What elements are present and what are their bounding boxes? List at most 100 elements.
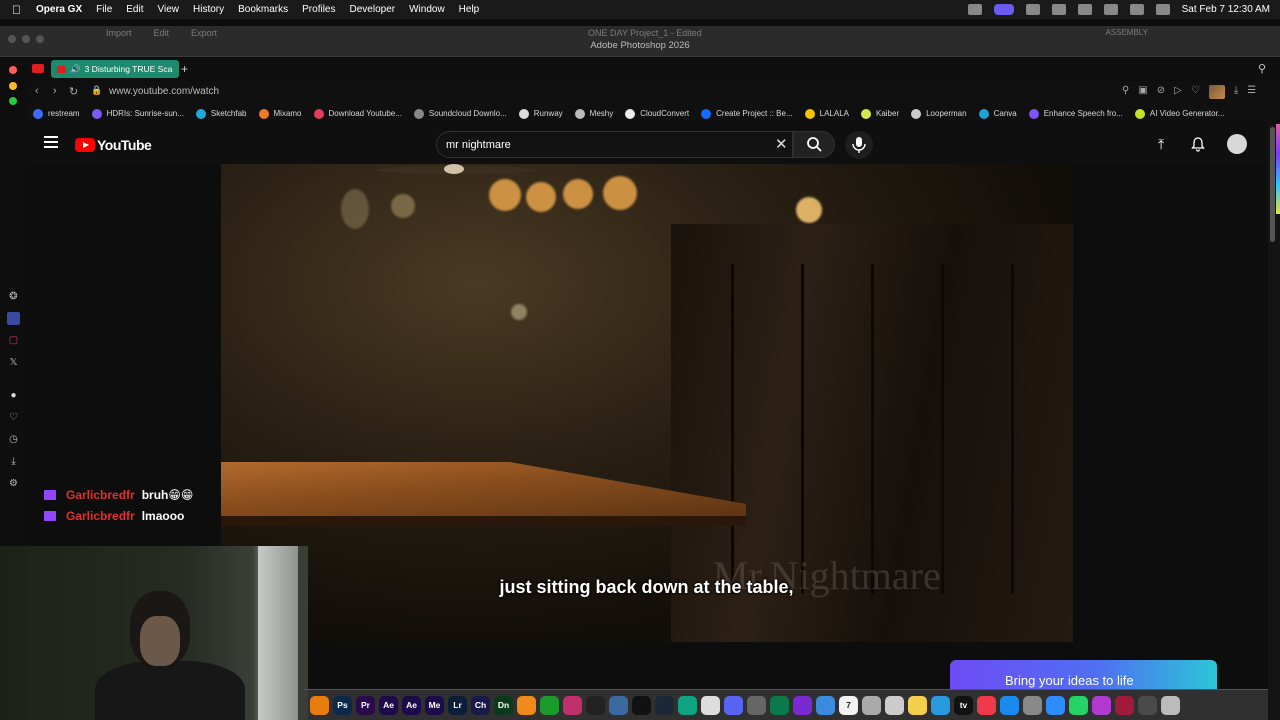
dock-photoshop-icon[interactable]: Ps [333, 695, 352, 715]
dock-media-encoder-icon[interactable]: Me [425, 695, 444, 715]
tab-search-icon[interactable]: ⚲ [1258, 62, 1266, 75]
clear-search-icon[interactable]: ✕ [775, 135, 788, 153]
dock-thumbnail-app-icon[interactable] [1138, 695, 1157, 715]
active-tab[interactable]: 🔊 3 Disturbing TRUE Sca [51, 60, 179, 78]
bookmark-item[interactable]: Meshy [574, 108, 613, 119]
ps-import-tab[interactable]: Import [106, 28, 132, 38]
menu-bookmarks[interactable]: Bookmarks [238, 4, 288, 15]
vpn-tray-icon[interactable] [1025, 4, 1040, 15]
dock-fl-studio-icon[interactable] [517, 695, 536, 715]
dock-davinci-icon[interactable] [609, 695, 628, 715]
dock-zoom-icon[interactable] [1046, 695, 1065, 715]
player-icon[interactable]: ▷ [1174, 85, 1182, 99]
dock-apple-tv-icon[interactable]: tv [954, 695, 973, 715]
instagram-sidebar-icon[interactable]: ▢ [7, 334, 20, 347]
profile-avatar[interactable] [1208, 85, 1225, 99]
forward-arrow-icon[interactable]: › [53, 85, 57, 97]
bookmark-item[interactable]: Enhance Speech fro... [1028, 108, 1123, 119]
menu-help[interactable]: Help [459, 4, 480, 15]
search-input[interactable] [446, 138, 766, 152]
dock-whatsapp-icon[interactable] [1069, 695, 1088, 715]
dock-capcut-icon[interactable] [632, 695, 651, 715]
dock-lightroom-icon[interactable]: Lr [448, 695, 467, 715]
bookmark-item[interactable]: LALALA [804, 108, 849, 119]
chatgpt-sidebar-icon[interactable]: ❂ [7, 290, 20, 303]
bookmark-item[interactable]: Kaiber [860, 108, 899, 119]
dock-purple-app-icon[interactable] [793, 695, 812, 715]
notifications-bell-icon[interactable] [1190, 136, 1206, 155]
new-tab-plus-icon[interactable]: + [181, 62, 188, 76]
menu-view[interactable]: View [158, 4, 180, 15]
menu-history[interactable]: History [193, 4, 224, 15]
dock-opera-gx-icon[interactable] [563, 695, 582, 715]
dock-notes-icon[interactable] [908, 695, 927, 715]
dock-terminal-green-icon[interactable] [770, 695, 789, 715]
youtube-logo[interactable]: YouTube [75, 137, 152, 153]
dock-preview-icon[interactable] [862, 695, 881, 715]
dock-messenger-icon[interactable] [1092, 695, 1111, 715]
easy-setup-icon[interactable]: ☰ [1247, 85, 1256, 99]
account-avatar[interactable] [1227, 134, 1247, 154]
heart-sidebar-icon[interactable]: ♡ [7, 411, 20, 424]
control-center-icon[interactable] [1155, 4, 1170, 15]
dock-app-store-icon[interactable] [1000, 695, 1019, 715]
bookmark-item[interactable]: Create Project :: Be... [701, 108, 793, 119]
window-close-button[interactable] [9, 66, 17, 74]
back-arrow-icon[interactable]: ‹ [35, 85, 39, 97]
creative-cloud-tray-icon[interactable] [967, 4, 982, 15]
spotlight-search-icon[interactable] [1129, 4, 1144, 15]
url-field[interactable]: www.youtube.com/watch [109, 86, 219, 97]
dock-settings-icon[interactable] [1023, 695, 1042, 715]
apple-menu-icon[interactable]:  [12, 3, 26, 17]
spotify-sidebar-icon[interactable]: ● [7, 389, 20, 402]
dock-davinci-red-icon[interactable] [1115, 695, 1134, 715]
dock-chatgpt-icon[interactable] [678, 695, 697, 715]
bookmark-item[interactable]: Runway [518, 108, 563, 119]
dock-finder-icon[interactable] [816, 695, 835, 715]
speaker-icon[interactable]: 🔊 [70, 64, 81, 75]
dock-premiere-icon[interactable]: Pr [356, 695, 375, 715]
create-upload-icon[interactable]: ⤒ [1158, 136, 1164, 153]
menu-file[interactable]: File [96, 4, 112, 15]
dock-chrome-icon[interactable] [701, 695, 720, 715]
ps-edit-tab[interactable]: Edit [154, 28, 170, 38]
bookmark-item[interactable]: Mixamo [258, 108, 302, 119]
ps-workspace-label[interactable]: ASSEMBLY [1105, 28, 1148, 37]
dock-safari-icon[interactable] [931, 695, 950, 715]
bookmark-item[interactable]: CloudConvert [625, 108, 689, 119]
bookmark-item[interactable]: Download Youtube... [313, 108, 402, 119]
dock-launchpad-icon[interactable] [885, 695, 904, 715]
wifi-icon[interactable] [1077, 4, 1092, 15]
bookmark-item[interactable]: Canva [978, 108, 1017, 119]
x-twitter-sidebar-icon[interactable]: 𝕏 [7, 356, 20, 369]
dock-green-app-icon[interactable] [540, 695, 559, 715]
dock-trash-icon[interactable] [1161, 695, 1180, 715]
page-scrollbar-thumb[interactable] [1270, 127, 1275, 242]
window-minimize-button[interactable] [9, 82, 17, 90]
voice-search-button[interactable] [845, 131, 873, 159]
history-sidebar-icon[interactable]: ◷ [7, 433, 20, 446]
bookmark-item[interactable]: Looperman [911, 108, 967, 119]
dock-utility-icon[interactable] [747, 695, 766, 715]
screen-share-tray-icon[interactable] [993, 4, 1014, 15]
bookmark-item[interactable]: Soundcloud Downlo... [413, 108, 507, 119]
menu-developer[interactable]: Developer [350, 4, 396, 15]
block-icon[interactable]: ⊘ [1157, 85, 1165, 99]
downloads-icon[interactable]: ⤓ [1234, 85, 1238, 99]
settings-sidebar-icon[interactable]: ⚙ [7, 477, 20, 490]
dock-character-animator-icon[interactable]: Ch [471, 695, 490, 715]
extension-sidebar-icon[interactable] [7, 312, 20, 325]
pin-icon[interactable]: ⚲ [1122, 85, 1129, 99]
video-player[interactable]: Mr.Nightmare [221, 164, 1073, 642]
dock-discord-icon[interactable] [724, 695, 743, 715]
menu-edit[interactable]: Edit [126, 4, 143, 15]
window-zoom-button[interactable] [9, 97, 17, 105]
dock-news-icon[interactable] [977, 695, 996, 715]
bookmark-heart-icon[interactable]: ♡ [1191, 85, 1200, 99]
dock-after-effects-icon[interactable]: Ae [379, 695, 398, 715]
dock-blender-icon[interactable] [310, 695, 329, 715]
menu-bar-clock[interactable]: Sat Feb 7 12:30 AM [1182, 4, 1270, 15]
dock-after-effects-beta-icon[interactable]: Ae [402, 695, 421, 715]
ps-export-tab[interactable]: Export [191, 28, 217, 38]
battery-icon[interactable] [1103, 4, 1118, 15]
